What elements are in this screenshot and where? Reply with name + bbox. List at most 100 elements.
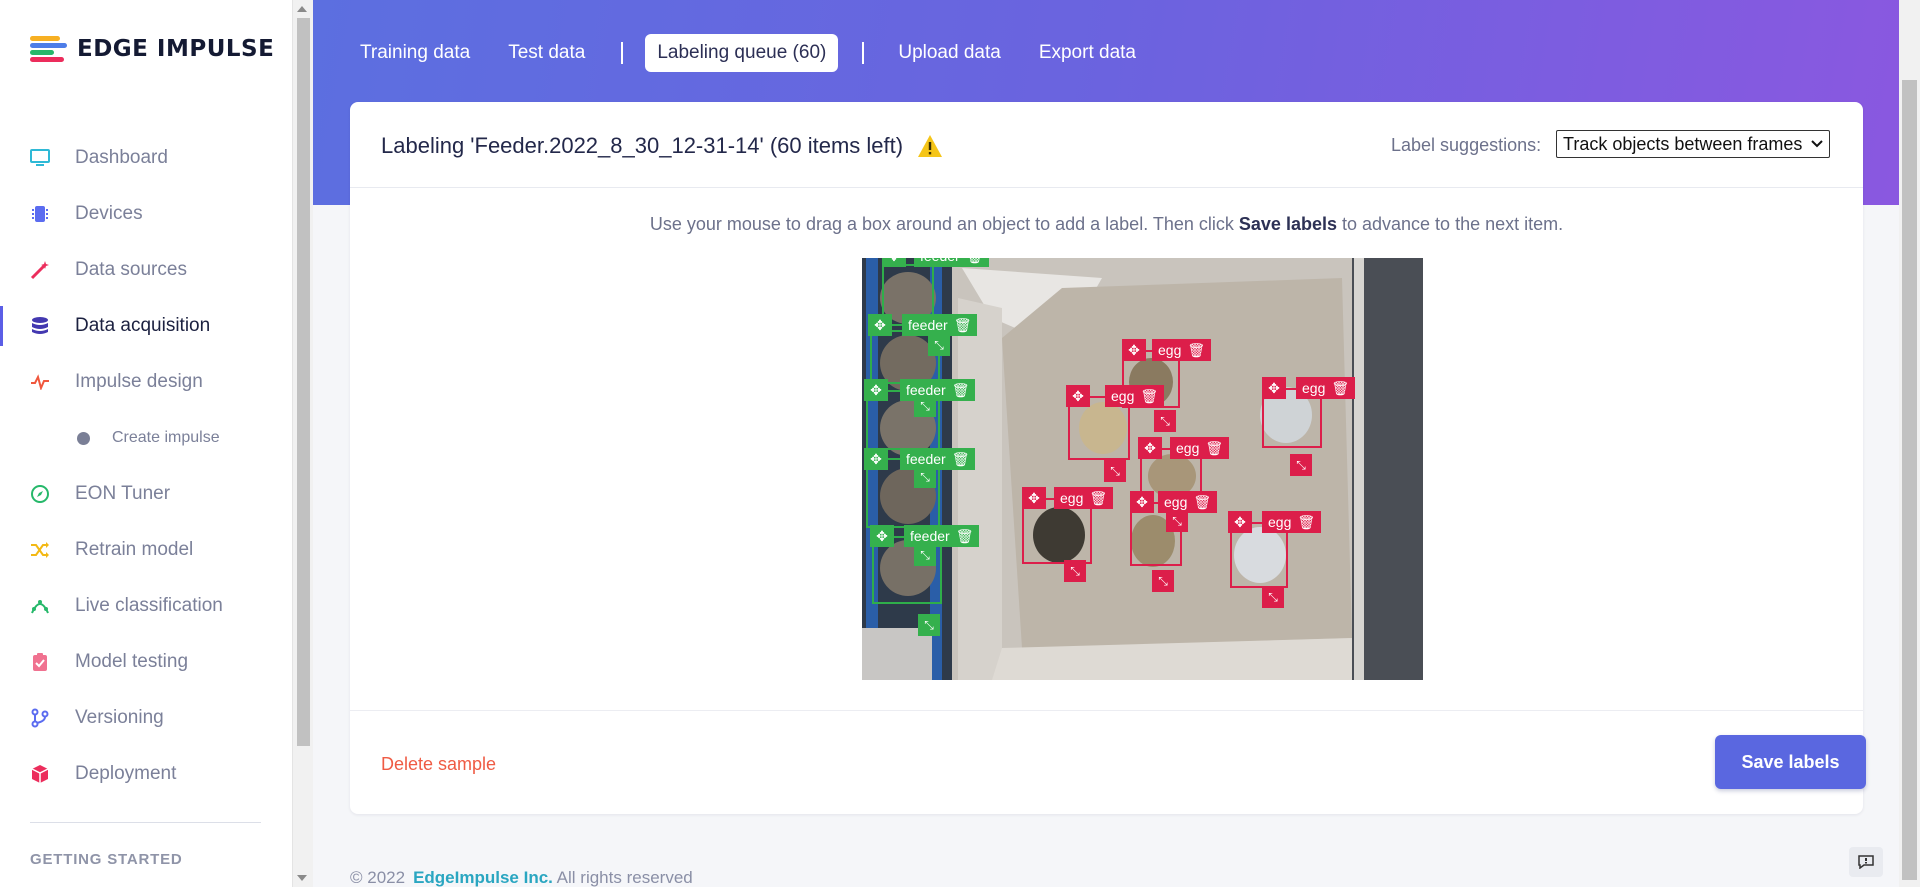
resize-handle-icon[interactable]: ⤡	[914, 395, 936, 417]
label-suggestions-select[interactable]: Track objects between frames	[1556, 130, 1830, 158]
feedback-button[interactable]	[1849, 847, 1883, 877]
sidebar-item-data-acquisition[interactable]: Data acquisition	[0, 298, 292, 354]
sidebar-item-label: EON Tuner	[75, 483, 171, 504]
trash-icon[interactable]: 🗑	[952, 451, 970, 468]
scroll-up-arrow-icon[interactable]	[297, 6, 307, 12]
sidebar-subitem-create-impulse[interactable]: Create impulse	[0, 410, 292, 466]
sidebar-item-model-testing[interactable]: Model testing	[0, 634, 292, 690]
move-icon[interactable]: ✥	[870, 525, 894, 547]
pulse-icon	[30, 372, 50, 392]
sidebar: EDGE IMPULSE Dashboard Devices Data sour…	[0, 0, 292, 887]
label-tag-egg[interactable]: egg 🗑	[1262, 511, 1322, 533]
resize-handle-icon[interactable]: ⤡	[1152, 570, 1174, 592]
sidebar-item-retrain-model[interactable]: Retrain model	[0, 522, 292, 578]
label-tag-text: feeder	[906, 451, 946, 467]
sidebar-section-heading: GETTING STARTED	[30, 851, 183, 868]
move-icon[interactable]: ✥	[1228, 511, 1252, 533]
label-tag-feeder[interactable]: feeder 🗑	[902, 314, 978, 336]
labeling-card-header: Labeling 'Feeder.2022_8_30_12-31-14' (60…	[350, 102, 1863, 188]
resize-handle-icon[interactable]: ⤡	[928, 334, 950, 356]
label-tag-egg[interactable]: egg 🗑	[1170, 437, 1230, 459]
label-tag-feeder[interactable]: feeder 🗑	[900, 448, 976, 470]
trash-icon[interactable]: 🗑	[1205, 440, 1223, 457]
shuffle-icon	[30, 540, 50, 560]
sidebar-item-versioning[interactable]: Versioning	[0, 690, 292, 746]
clipboard-check-icon	[30, 652, 50, 672]
trash-icon[interactable]: 🗑	[1193, 494, 1211, 511]
sidebar-item-label: Impulse design	[75, 371, 203, 392]
resize-handle-icon[interactable]: ⤡	[1064, 560, 1086, 582]
resize-handle-icon[interactable]: ⤡	[1262, 586, 1284, 608]
label-tag-text: feeder	[908, 317, 948, 333]
sidebar-item-label: Dashboard	[75, 147, 168, 168]
move-icon[interactable]: ✥	[1138, 437, 1162, 459]
footer-company-link[interactable]: EdgeImpulse Inc.	[413, 868, 553, 887]
card-footer-divider	[350, 710, 1863, 711]
save-labels-button[interactable]: Save labels	[1715, 735, 1866, 789]
label-tag-text: egg	[1176, 440, 1200, 456]
label-tag-egg[interactable]: egg 🗑	[1296, 377, 1356, 399]
trash-icon[interactable]: 🗑	[966, 258, 984, 265]
sidebar-item-devices[interactable]: Devices	[0, 186, 292, 242]
resize-handle-icon[interactable]: ⤡	[918, 614, 940, 636]
label-tag-egg[interactable]: egg 🗑	[1105, 385, 1165, 407]
trash-icon[interactable]: 🗑	[956, 528, 974, 545]
resize-handle-icon[interactable]: ⤡	[1154, 410, 1176, 432]
move-icon[interactable]: ✥	[1130, 491, 1154, 513]
move-icon[interactable]: ✥	[868, 314, 892, 336]
label-tag-feeder[interactable]: feeder🗑	[900, 379, 976, 401]
trash-icon[interactable]: 🗑	[952, 382, 970, 399]
move-icon[interactable]: ✥	[1122, 339, 1146, 361]
delete-sample-link[interactable]: Delete sample	[381, 754, 496, 775]
label-tag-text: egg	[1158, 342, 1182, 358]
move-icon[interactable]: ✥	[882, 258, 906, 267]
trash-icon[interactable]: 🗑	[1297, 514, 1315, 531]
label-tag-feeder[interactable]: feeder🗑	[914, 258, 990, 267]
warning-icon[interactable]	[917, 134, 943, 158]
label-tag-text: egg	[1268, 514, 1292, 530]
main-scrollbar[interactable]	[1899, 0, 1920, 887]
tab-training-data[interactable]: Training data	[348, 34, 482, 72]
resize-handle-icon[interactable]: ⤡	[1104, 460, 1126, 482]
trash-icon[interactable]: 🗑	[1331, 380, 1349, 397]
sidebar-item-label: Model testing	[75, 651, 189, 672]
move-icon[interactable]: ✥	[1262, 377, 1286, 399]
trash-icon[interactable]: 🗑	[1140, 388, 1158, 405]
labeling-canvas[interactable]: ✥ feeder 🗑 ✥ feeder 🗑 ⤡ ✥ feeder 🗑 ⤡ ✥ feed…	[862, 258, 1423, 680]
labeling-title: Labeling 'Feeder.2022_8_30_12-31-14' (60…	[381, 133, 943, 159]
sidebar-item-impulse-design[interactable]: Impulse design	[0, 354, 292, 410]
label-tag-egg[interactable]: egg 🗑	[1152, 339, 1212, 361]
sidebar-item-label: Deployment	[75, 763, 177, 784]
trash-icon[interactable]: 🗑	[954, 317, 972, 334]
sidebar-item-data-sources[interactable]: Data sources	[0, 242, 292, 298]
chat-icon	[1858, 855, 1874, 869]
resize-handle-icon[interactable]: ⤡	[914, 466, 936, 488]
move-icon[interactable]: ✥	[864, 448, 888, 470]
footer-copyright: © 2022	[350, 868, 406, 887]
move-icon[interactable]: ✥	[1022, 487, 1046, 509]
labeling-title-text: Labeling 'Feeder.2022_8_30_12-31-14' (60…	[381, 133, 904, 158]
sidebar-item-dashboard[interactable]: Dashboard	[0, 130, 292, 186]
resize-handle-icon[interactable]: ⤡	[1290, 454, 1312, 476]
trash-icon[interactable]: 🗑	[1187, 342, 1205, 359]
tab-upload-data[interactable]: Upload data	[886, 34, 1012, 72]
move-icon[interactable]: ✥	[1066, 385, 1090, 407]
tab-labeling-queue[interactable]: Labeling queue (60)	[645, 34, 839, 72]
sidebar-scrollbar[interactable]	[292, 0, 313, 887]
cube-icon	[30, 764, 50, 784]
sidebar-item-live-classification[interactable]: Live classification	[0, 578, 292, 634]
label-tag-egg[interactable]: egg 🗑	[1054, 487, 1114, 509]
brand-logo[interactable]: EDGE IMPULSE	[30, 36, 274, 62]
sidebar-subitem-label: Create impulse	[112, 429, 220, 446]
sidebar-item-deployment[interactable]: Deployment	[0, 746, 292, 802]
sidebar-scrollbar-thumb[interactable]	[297, 18, 310, 746]
move-icon[interactable]: ✥	[864, 379, 888, 401]
trash-icon[interactable]: 🗑	[1089, 490, 1107, 507]
resize-handle-icon[interactable]: ⤡	[1166, 510, 1188, 532]
tab-test-data[interactable]: Test data	[496, 34, 597, 72]
scroll-down-arrow-icon[interactable]	[297, 875, 307, 881]
main-scrollbar-thumb[interactable]	[1902, 80, 1917, 880]
sidebar-item-eon-tuner[interactable]: EON Tuner	[0, 466, 292, 522]
tab-export-data[interactable]: Export data	[1027, 34, 1148, 72]
resize-handle-icon[interactable]: ⤡	[914, 544, 936, 566]
